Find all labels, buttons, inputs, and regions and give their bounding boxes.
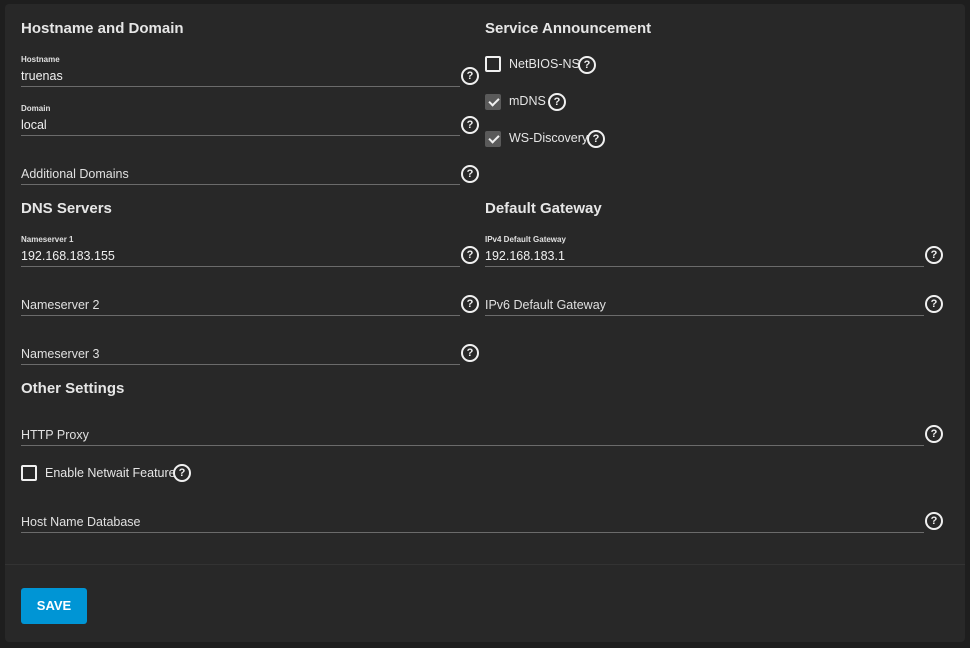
nameserver1-label: Nameserver 1 bbox=[21, 235, 74, 244]
mdns-help-icon[interactable]: ? bbox=[548, 93, 566, 111]
domain-help-icon[interactable]: ? bbox=[461, 116, 479, 134]
netwait-label: Enable Netwait Feature bbox=[45, 466, 176, 480]
nameserver1-value[interactable]: 192.168.183.155 bbox=[21, 249, 115, 263]
hostname-help-icon[interactable]: ? bbox=[461, 67, 479, 85]
nameserver1-help-icon[interactable]: ? bbox=[461, 246, 479, 264]
netbios-ns-help-icon[interactable]: ? bbox=[578, 56, 596, 74]
additional-domains-help-icon[interactable]: ? bbox=[461, 165, 479, 183]
ws-discovery-help-icon[interactable]: ? bbox=[587, 130, 605, 148]
actions-divider bbox=[5, 564, 965, 565]
mdns-checkbox[interactable] bbox=[485, 94, 501, 110]
ipv4-gateway-underline bbox=[485, 266, 924, 267]
hostname-field[interactable]: Hostname truenas bbox=[21, 55, 460, 87]
netwait-help-icon[interactable]: ? bbox=[173, 464, 191, 482]
section-title-default-gateway: Default Gateway bbox=[485, 200, 602, 217]
netwait-checkbox[interactable] bbox=[21, 465, 37, 481]
ipv6-gateway-underline bbox=[485, 315, 924, 316]
domain-label: Domain bbox=[21, 104, 51, 113]
netbios-ns-checkbox[interactable] bbox=[485, 56, 501, 72]
host-name-database-underline bbox=[21, 532, 924, 533]
domain-underline bbox=[21, 135, 460, 136]
nameserver1-underline bbox=[21, 266, 460, 267]
host-name-database-help-icon[interactable]: ? bbox=[925, 512, 943, 530]
ws-discovery-label: WS-Discovery bbox=[509, 131, 589, 145]
ipv6-gateway-help-icon[interactable]: ? bbox=[925, 295, 943, 313]
nameserver3-placeholder: Nameserver 3 bbox=[21, 347, 100, 361]
save-button[interactable]: SAVE bbox=[21, 588, 87, 624]
hostname-underline bbox=[21, 86, 460, 87]
ipv4-gateway-label: IPv4 Default Gateway bbox=[485, 235, 566, 244]
nameserver1-field[interactable]: Nameserver 1 192.168.183.155 bbox=[21, 235, 460, 267]
http-proxy-placeholder: HTTP Proxy bbox=[21, 428, 89, 442]
http-proxy-help-icon[interactable]: ? bbox=[925, 425, 943, 443]
ipv4-gateway-help-icon[interactable]: ? bbox=[925, 246, 943, 264]
ipv4-gateway-field[interactable]: IPv4 Default Gateway 192.168.183.1 bbox=[485, 235, 924, 267]
additional-domains-field[interactable]: Additional Domains bbox=[21, 155, 460, 185]
ipv6-gateway-placeholder: IPv6 Default Gateway bbox=[485, 298, 606, 312]
additional-domains-underline bbox=[21, 184, 460, 185]
http-proxy-underline bbox=[21, 445, 924, 446]
domain-field[interactable]: Domain local bbox=[21, 104, 460, 136]
netbios-ns-label: NetBIOS-NS bbox=[509, 57, 580, 71]
nameserver2-underline bbox=[21, 315, 460, 316]
host-name-database-field[interactable]: Host Name Database bbox=[21, 503, 924, 533]
nameserver2-help-icon[interactable]: ? bbox=[461, 295, 479, 313]
ipv4-gateway-value[interactable]: 192.168.183.1 bbox=[485, 249, 565, 263]
ws-discovery-checkbox[interactable] bbox=[485, 131, 501, 147]
section-title-hostname-domain: Hostname and Domain bbox=[21, 20, 184, 37]
nameserver2-placeholder: Nameserver 2 bbox=[21, 298, 100, 312]
network-global-configuration-card: Hostname and Domain Hostname truenas ? D… bbox=[5, 4, 965, 642]
section-title-other-settings: Other Settings bbox=[21, 380, 125, 397]
ipv6-gateway-field[interactable]: IPv6 Default Gateway bbox=[485, 286, 924, 316]
hostname-label: Hostname bbox=[21, 55, 60, 64]
nameserver3-underline bbox=[21, 364, 460, 365]
host-name-database-placeholder: Host Name Database bbox=[21, 515, 141, 529]
domain-value[interactable]: local bbox=[21, 118, 47, 132]
mdns-label: mDNS bbox=[509, 94, 546, 108]
additional-domains-placeholder: Additional Domains bbox=[21, 167, 129, 181]
nameserver3-field[interactable]: Nameserver 3 bbox=[21, 335, 460, 365]
hostname-value[interactable]: truenas bbox=[21, 69, 63, 83]
section-title-dns-servers: DNS Servers bbox=[21, 200, 112, 217]
nameserver3-help-icon[interactable]: ? bbox=[461, 344, 479, 362]
http-proxy-field[interactable]: HTTP Proxy bbox=[21, 416, 924, 446]
nameserver2-field[interactable]: Nameserver 2 bbox=[21, 286, 460, 316]
section-title-service-announcement: Service Announcement bbox=[485, 20, 652, 37]
